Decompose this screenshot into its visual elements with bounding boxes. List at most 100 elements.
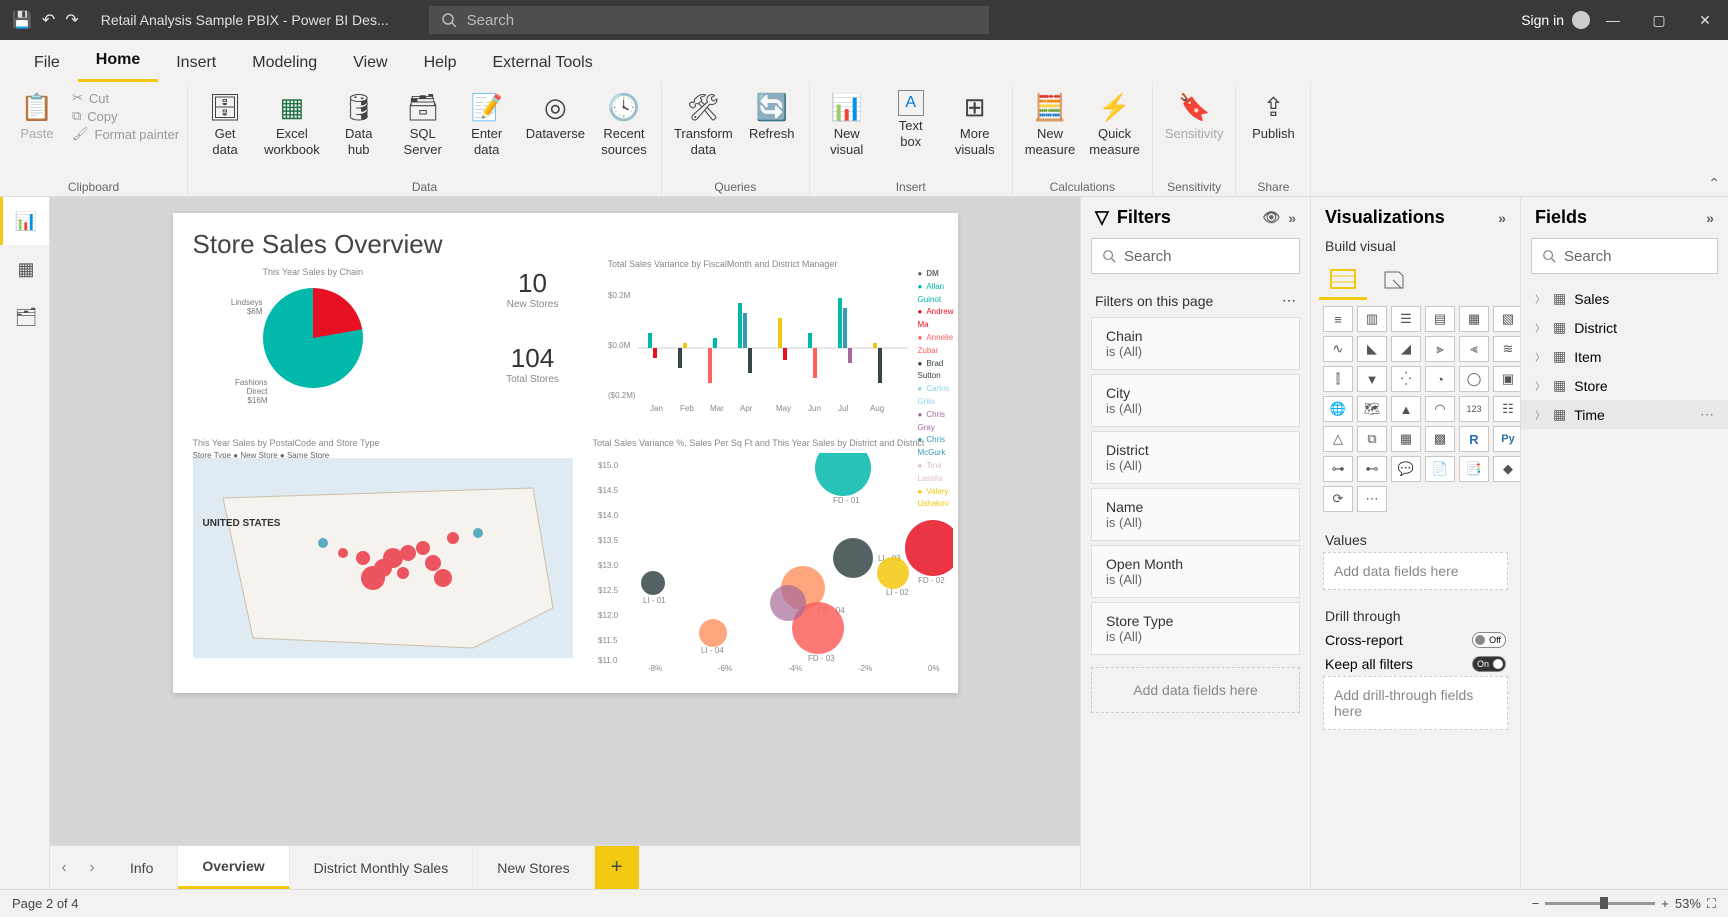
- viz-stacked-column[interactable]: ▥: [1357, 306, 1387, 332]
- viz-donut[interactable]: ◯: [1459, 366, 1489, 392]
- tab-modeling[interactable]: Modeling: [234, 46, 335, 82]
- viz-card[interactable]: 123: [1459, 396, 1489, 422]
- viz-line-column[interactable]: ⫸: [1425, 336, 1455, 362]
- viz-treemap[interactable]: ▣: [1493, 366, 1523, 392]
- page-tab-info[interactable]: Info: [106, 846, 178, 889]
- viz-power-automate[interactable]: ⟳: [1323, 486, 1353, 512]
- viz-line[interactable]: ∿: [1323, 336, 1353, 362]
- viz-python[interactable]: Py: [1493, 426, 1523, 452]
- page-tab-overview[interactable]: Overview: [178, 846, 289, 889]
- page-tab-district[interactable]: District Monthly Sales: [290, 846, 474, 889]
- filter-card[interactable]: Open Monthis (All): [1091, 545, 1300, 598]
- field-table-district[interactable]: 〉▦District: [1521, 313, 1728, 342]
- filters-drop-target[interactable]: Add data fields here: [1091, 667, 1300, 713]
- zoom-in[interactable]: +: [1661, 896, 1669, 911]
- filter-card[interactable]: Nameis (All): [1091, 488, 1300, 541]
- sqlserver-button[interactable]: 🗃SQL Server: [394, 86, 452, 157]
- filters-search[interactable]: Search: [1091, 238, 1300, 274]
- viz-table[interactable]: ▦: [1391, 426, 1421, 452]
- filter-card[interactable]: Store Typeis (All): [1091, 602, 1300, 655]
- viz-filled-map[interactable]: 🗺: [1357, 396, 1387, 422]
- quickmeasure-button[interactable]: ⚡Quick measure: [1085, 86, 1144, 157]
- copy-button[interactable]: ⧉Copy: [72, 108, 179, 124]
- viz-matrix[interactable]: ▩: [1425, 426, 1455, 452]
- viz-stacked-bar[interactable]: ≡: [1323, 306, 1353, 332]
- filter-card[interactable]: Chainis (All): [1091, 317, 1300, 370]
- tab-external-tools[interactable]: External Tools: [474, 46, 610, 82]
- page-prev[interactable]: ‹: [50, 846, 78, 889]
- maximize-button[interactable]: ▢: [1636, 0, 1682, 40]
- add-page-button[interactable]: +: [595, 846, 639, 889]
- save-icon[interactable]: 💾: [12, 10, 32, 30]
- drill-drop[interactable]: Add drill-through fields here: [1323, 676, 1508, 730]
- kpi-new-stores[interactable]: 10 New Stores: [493, 268, 573, 310]
- tab-help[interactable]: Help: [406, 46, 475, 82]
- viz-map[interactable]: 🌐: [1323, 396, 1353, 422]
- viz-key-influencers[interactable]: ⊶: [1323, 456, 1353, 482]
- collapse-ribbon-icon[interactable]: ⌃: [1708, 175, 1720, 192]
- undo-icon[interactable]: ↶: [42, 10, 55, 30]
- report-canvas[interactable]: Store Sales Overview This Year Sales by …: [173, 213, 958, 693]
- dataverse-button[interactable]: ◎Dataverse: [522, 86, 589, 142]
- viz-more[interactable]: ⋯: [1357, 486, 1387, 512]
- viz-scatter[interactable]: ⁛: [1391, 366, 1421, 392]
- viz-line-clustered[interactable]: ⫷: [1459, 336, 1489, 362]
- fields-search[interactable]: Search: [1531, 238, 1718, 274]
- more-icon[interactable]: ⋯: [1282, 292, 1296, 309]
- viz-funnel[interactable]: ▼: [1357, 366, 1387, 392]
- get-data-button[interactable]: 🗄Get data: [196, 86, 254, 157]
- viz-decomposition[interactable]: ⊷: [1357, 456, 1387, 482]
- zoom-out[interactable]: −: [1532, 896, 1540, 911]
- bubble-chart[interactable]: $15.0$14.5$14.0 $13.5$13.0$12.5 $12.0$11…: [593, 453, 953, 673]
- field-table-store[interactable]: 〉▦Store: [1521, 371, 1728, 400]
- page-tab-newstores[interactable]: New Stores: [473, 846, 594, 889]
- viz-power-apps[interactable]: ◆: [1493, 456, 1523, 482]
- publish-button[interactable]: ⇪Publish: [1244, 86, 1302, 142]
- model-view-button[interactable]: 🗂: [0, 293, 49, 341]
- more-icon[interactable]: ⋯: [1700, 406, 1714, 423]
- tab-view[interactable]: View: [335, 46, 405, 82]
- filter-card[interactable]: Cityis (All): [1091, 374, 1300, 427]
- pie-chart[interactable]: [263, 288, 363, 388]
- collapse-viz-icon[interactable]: »: [1498, 210, 1506, 226]
- enterdata-button[interactable]: 📝Enter data: [458, 86, 516, 157]
- viz-multirow-card[interactable]: ☷: [1493, 396, 1523, 422]
- report-view-button[interactable]: 📊: [0, 197, 49, 245]
- viz-kpi[interactable]: △: [1323, 426, 1353, 452]
- newvisual-button[interactable]: 📊New visual: [818, 86, 876, 157]
- viz-waterfall[interactable]: ⫿: [1323, 366, 1353, 392]
- close-button[interactable]: ✕: [1682, 0, 1728, 40]
- viz-100-bar[interactable]: ▦: [1459, 306, 1489, 332]
- viz-gauge[interactable]: ◠: [1425, 396, 1455, 422]
- build-visual-tab[interactable]: [1325, 262, 1361, 296]
- values-drop[interactable]: Add data fields here: [1323, 552, 1508, 590]
- paste-button[interactable]: 📋 Paste: [8, 86, 66, 142]
- filter-card[interactable]: Districtis (All): [1091, 431, 1300, 484]
- refresh-button[interactable]: 🔄Refresh: [743, 86, 801, 142]
- collapse-fields-icon[interactable]: »: [1706, 210, 1714, 226]
- field-table-sales[interactable]: 〉▦Sales: [1521, 284, 1728, 313]
- fit-to-page-icon[interactable]: ⛶: [1707, 896, 1716, 912]
- zoom-slider[interactable]: [1545, 902, 1655, 905]
- morevisuals-button[interactable]: ⊞More visuals: [946, 86, 1004, 157]
- format-visual-tab[interactable]: [1377, 262, 1413, 296]
- viz-clustered-column[interactable]: ▤: [1425, 306, 1455, 332]
- recentsources-button[interactable]: 🕓Recent sources: [595, 86, 653, 157]
- data-view-button[interactable]: ▦: [0, 245, 49, 293]
- newmeasure-button[interactable]: 🧮New measure: [1021, 86, 1080, 157]
- tab-file[interactable]: File: [16, 46, 78, 82]
- transform-button[interactable]: 🛠Transform data: [670, 86, 737, 157]
- bar-chart[interactable]: $0.2M $0.0M ($0.2M): [608, 273, 908, 413]
- sign-in[interactable]: Sign in: [1521, 11, 1590, 29]
- viz-azure-map[interactable]: ▲: [1391, 396, 1421, 422]
- redo-icon[interactable]: ↷: [65, 10, 78, 30]
- viz-area[interactable]: ◣: [1357, 336, 1387, 362]
- viz-slicer[interactable]: ⧉: [1357, 426, 1387, 452]
- collapse-filters-icon[interactable]: »: [1288, 210, 1296, 226]
- viz-paginated[interactable]: 📑: [1459, 456, 1489, 482]
- kpi-total-stores[interactable]: 104 Total Stores: [493, 343, 573, 385]
- viz-100-column[interactable]: ▧: [1493, 306, 1523, 332]
- viz-clustered-bar[interactable]: ☰: [1391, 306, 1421, 332]
- viz-narrative[interactable]: 📄: [1425, 456, 1455, 482]
- page-next[interactable]: ›: [78, 846, 106, 889]
